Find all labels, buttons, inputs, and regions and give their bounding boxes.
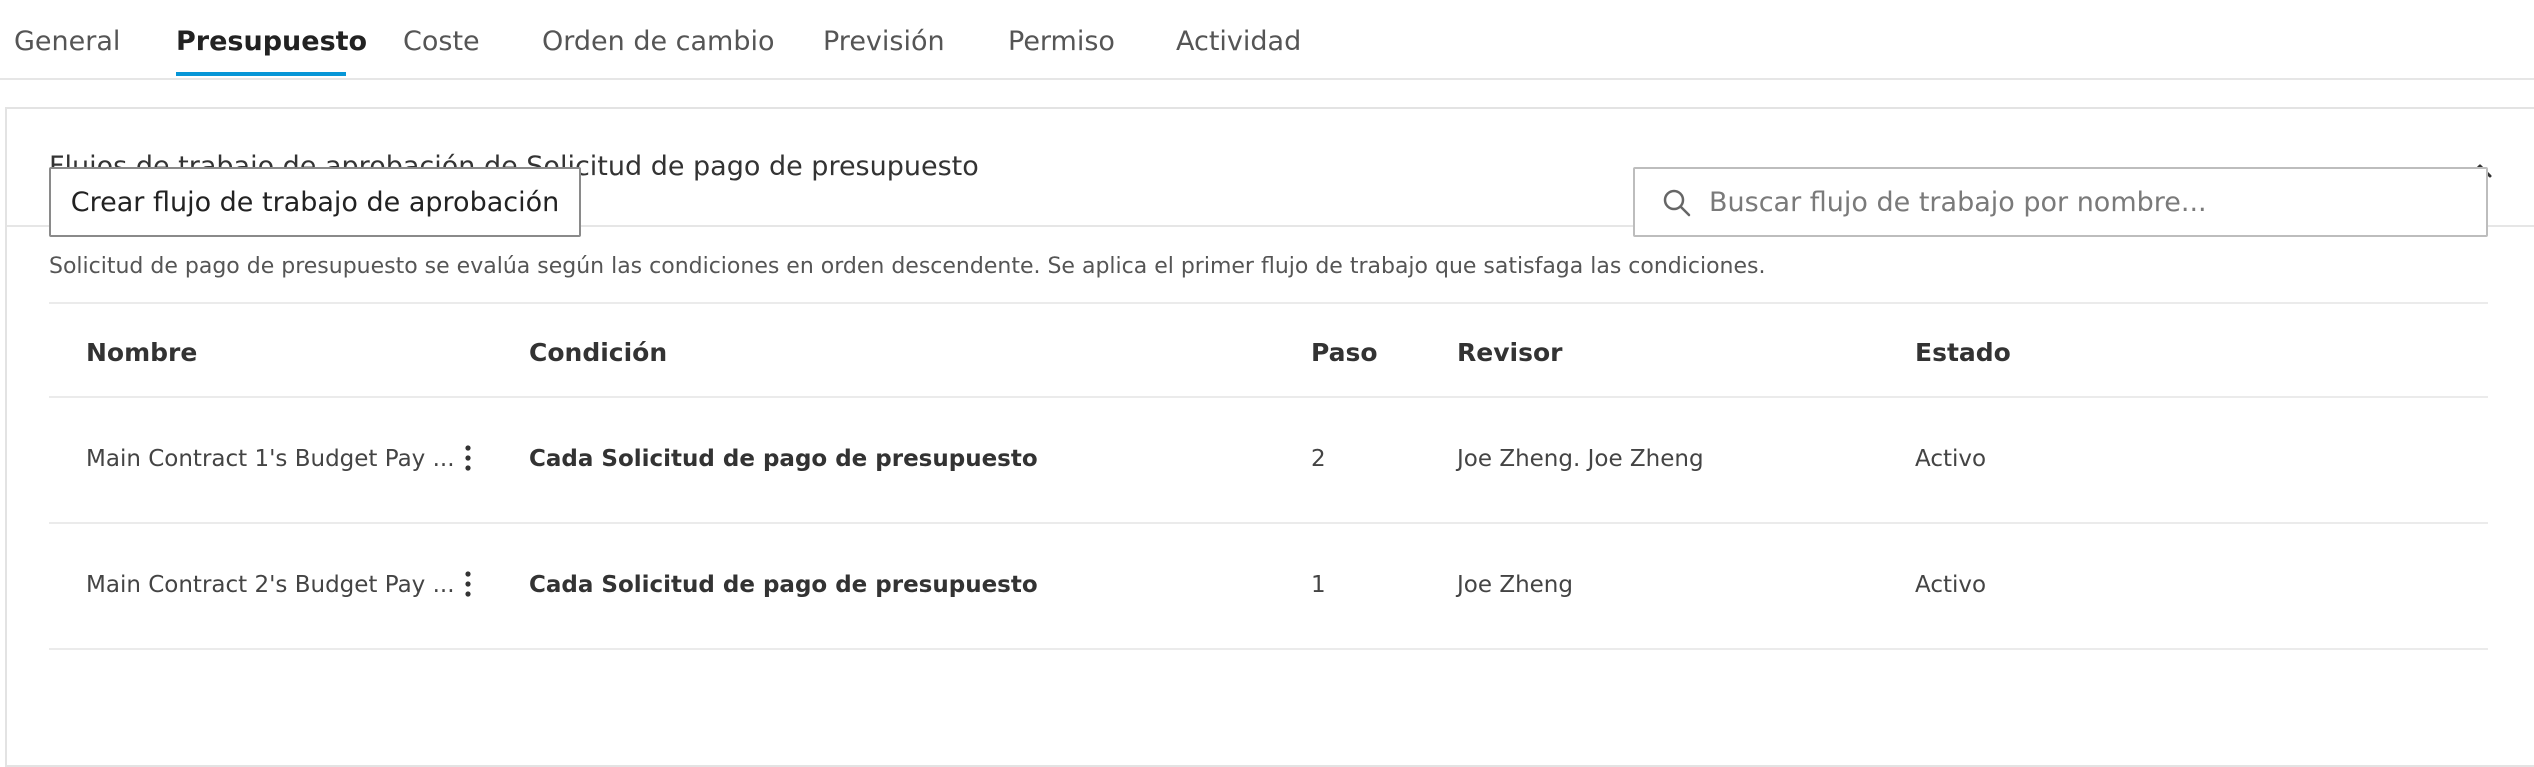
tab-bar: General Presupuesto Coste Orden de cambi… <box>0 0 2534 80</box>
tab-orden-de-cambio[interactable]: Orden de cambio <box>542 26 775 57</box>
column-header-condicion[interactable]: Condición <box>529 338 667 367</box>
workflow-status: Activo <box>1915 446 1987 472</box>
more-options-icon[interactable] <box>458 566 478 602</box>
tab-general[interactable]: General <box>14 26 120 57</box>
column-header-revisor[interactable]: Revisor <box>1457 338 1562 367</box>
tab-presupuesto[interactable]: Presupuesto <box>176 26 367 57</box>
workflow-status: Activo <box>1915 572 1987 598</box>
workflow-reviewer: Joe Zheng <box>1457 572 1573 598</box>
workflow-name-link[interactable]: Main Contract 2's Budget Pay ... <box>86 572 455 598</box>
workflow-reviewer: Joe Zheng. Joe Zheng <box>1457 446 1704 472</box>
table-row: Main Contract 2's Budget Pay ... Cada So… <box>49 522 2488 648</box>
workflow-name-link[interactable]: Main Contract 1's Budget Pay ... <box>86 446 455 472</box>
evaluation-hint: Solicitud de pago de presupuesto se eval… <box>49 254 1766 279</box>
column-header-nombre[interactable]: Nombre <box>86 338 197 367</box>
search-input[interactable] <box>1709 169 2469 235</box>
workflow-step: 2 <box>1311 446 1326 472</box>
column-header-paso[interactable]: Paso <box>1311 338 1378 367</box>
tab-prevision[interactable]: Previsión <box>823 26 945 57</box>
create-approval-workflow-button[interactable]: Crear flujo de trabajo de aprobación <box>49 167 581 237</box>
table-row: Main Contract 1's Budget Pay ... Cada So… <box>49 396 2488 522</box>
tab-permiso[interactable]: Permiso <box>1008 26 1115 57</box>
workflow-condition: Cada Solicitud de pago de presupuesto <box>529 572 1038 598</box>
table-row-divider <box>49 648 2488 668</box>
tab-coste[interactable]: Coste <box>403 26 480 57</box>
workflow-condition: Cada Solicitud de pago de presupuesto <box>529 446 1038 472</box>
search-icon <box>1663 189 1691 217</box>
active-tab-indicator <box>176 72 346 76</box>
more-options-icon[interactable] <box>458 440 478 476</box>
table-header-row: Nombre Condición Paso Revisor Estado <box>49 302 2488 396</box>
column-header-estado[interactable]: Estado <box>1915 338 2011 367</box>
workflow-step: 1 <box>1311 572 1326 598</box>
search-box <box>1633 167 2488 237</box>
tab-actividad[interactable]: Actividad <box>1176 26 1301 57</box>
